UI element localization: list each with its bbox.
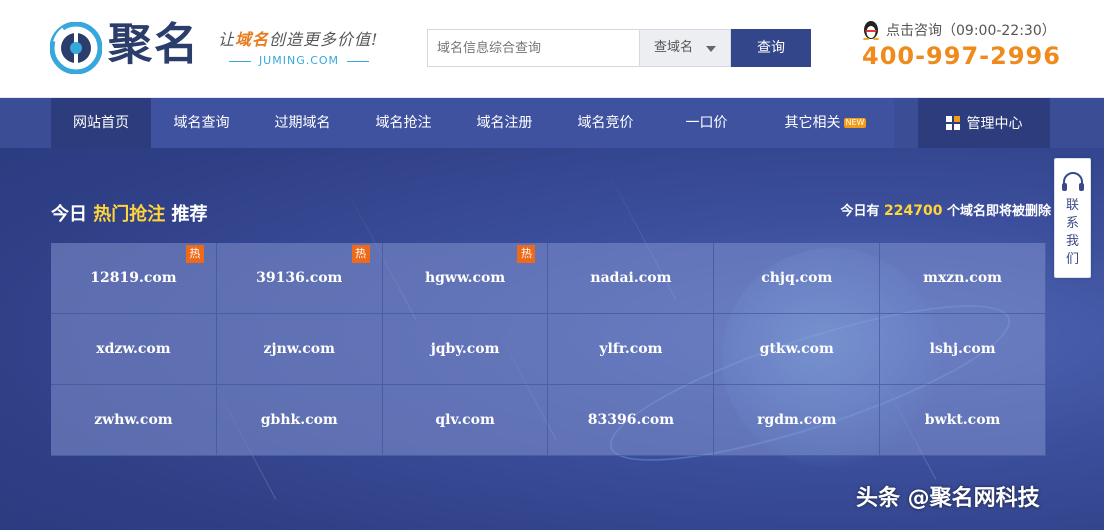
nav-item-home[interactable]: 网站首页 [51,98,151,148]
contact-us-label: 联系我们 [1065,198,1079,267]
consult-link[interactable]: 点击咨询（09:00-22:30） [862,20,1056,40]
domain-name: gbhk.com [260,412,338,428]
domain-cell[interactable]: zjnw.com [216,314,383,385]
domain-name: 12819.com [90,270,177,286]
nav-item-domain-register[interactable]: 域名注册 [454,98,555,148]
domain-cell[interactable]: 12819.com 热 [51,243,217,314]
count-suffix: 个域名即将被删除 [942,204,1051,219]
hot-badge: 热 [351,245,370,263]
domain-name: mxzn.com [923,270,1002,286]
nav-item-others-label: 其它相关 [784,115,841,131]
count-prefix: 今日有 [840,204,885,219]
domain-cell[interactable]: 83396.com [548,385,715,456]
count-value: 224700 [884,203,943,219]
domain-name: jqby.com [430,341,500,357]
domain-cell[interactable]: zwhw.com [51,385,217,456]
domain-name: 83396.com [587,412,675,428]
watermark: 头条 @聚名网科技 [856,486,1040,511]
domain-cell[interactable]: lshj.com [880,314,1046,385]
domain-cell[interactable]: hgww.com 热 [382,243,549,314]
domain-name: xdzw.com [96,341,171,357]
domain-name: hgww.com [424,270,506,286]
domain-name: 39136.com [256,270,343,286]
domain-cell[interactable]: chjq.com [714,243,881,314]
juming-logo-icon[interactable] [50,22,102,74]
hot-badge: 热 [185,245,204,263]
juming-domain-label: JUMING.COM [220,54,378,67]
hot-domain-grid: 12819.com 热 39136.com 热 hgww.com 热 nadai.com ch… [51,243,1046,456]
domain-cell[interactable]: gbhk.com [216,385,383,456]
domain-search: 查域名 查询 [427,29,811,67]
domain-cell[interactable]: bwkt.com [880,385,1046,456]
domain-name: gtkw.com [759,341,834,357]
contact-us-float[interactable]: 联系我们 [1054,158,1091,278]
domain-name: qlv.com [435,412,495,428]
nav-item-domain-query[interactable]: 域名查询 [151,98,252,148]
search-type-select[interactable]: 查域名 [639,29,731,67]
phone-number: 400-997-2996 [862,42,1061,70]
domain-cell[interactable]: 39136.com 热 [216,243,383,314]
domain-cell[interactable]: qlv.com [382,385,549,456]
new-badge: NEW [843,118,867,128]
domain-cell[interactable]: gtkw.com [714,314,881,385]
nav-item-others[interactable]: 其它相关 NEW [757,98,894,148]
nav-item-fixed-price[interactable]: 一口价 [656,98,757,148]
consult-label: 点击咨询（09:00-22:30） [886,23,1056,39]
slogan-prefix: 让 [218,30,236,49]
search-button[interactable]: 查询 [731,29,811,67]
search-type-value: 查域名 [654,40,694,55]
domain-cell[interactable]: jqby.com [382,314,549,385]
domain-name: nadai.com [590,270,672,286]
nav-item-expired-domains[interactable]: 过期域名 [252,98,353,148]
nav-item-domain-snapping[interactable]: 域名抢注 [353,98,454,148]
domain-cell[interactable]: xdzw.com [51,314,217,385]
qq-penguin-icon [863,21,879,40]
search-input[interactable] [427,29,639,67]
domain-cell[interactable]: mxzn.com [880,243,1046,314]
slogan: 让域名创造更多价值! [218,26,378,50]
slogan-suffix: 创造更多价值! [269,30,379,49]
slogan-highlight: 域名 [235,30,270,49]
dashboard-grid-icon [945,116,960,130]
domain-cell[interactable]: nadai.com [548,243,715,314]
domain-name: chjq.com [761,270,833,286]
domain-name: lshj.com [929,341,996,357]
headset-icon [1061,172,1084,191]
site-header: 聚名 让域名创造更多价值! JUMING.COM 查域名 查询 点击咨询（09:… [0,0,1104,98]
domain-cell[interactable]: ylfr.com [548,314,715,385]
domain-name: rgdm.com [757,412,837,428]
nav-item-domain-auction[interactable]: 域名竞价 [555,98,656,148]
manage-center-link[interactable]: 管理中心 [918,98,1050,148]
deletion-count: 今日有 224700 个域名即将被删除 [840,200,1051,219]
domain-name: bwkt.com [924,412,1001,428]
chevron-down-icon [706,46,716,52]
manage-center-label: 管理中心 [966,116,1023,132]
domain-name: ylfr.com [599,341,663,357]
section-title: 今日 热门抢注 推荐 [51,200,208,226]
title-highlight: 热门抢注 [93,204,166,225]
title-prefix: 今日 [51,204,94,225]
domain-name: zwhw.com [94,412,173,428]
domain-cell[interactable]: rgdm.com [714,385,881,456]
hot-badge: 热 [517,245,536,263]
brand-name[interactable]: 聚名 [108,16,200,74]
title-suffix: 推荐 [165,204,208,225]
nav-items: 网站首页 域名查询 过期域名 域名抢注 域名注册 域名竞价 一口价 其它相关 NE… [51,98,894,148]
domain-name: zjnw.com [263,341,335,357]
